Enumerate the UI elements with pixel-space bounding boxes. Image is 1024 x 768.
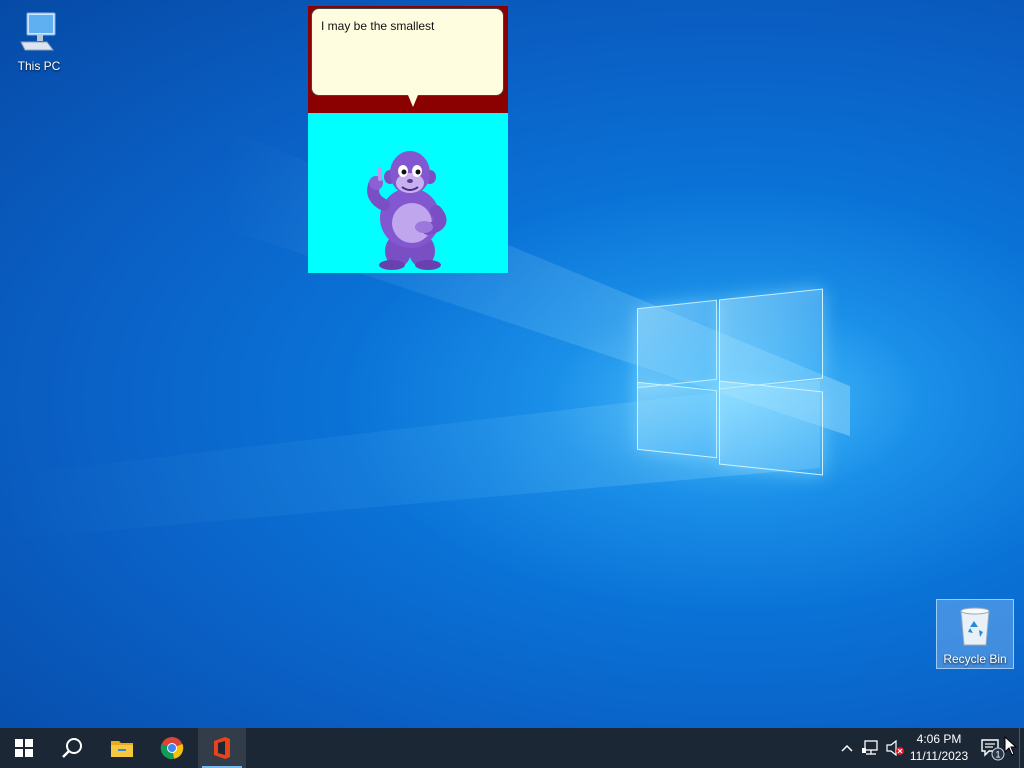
desktop-icon-label: Recycle Bin (943, 652, 1007, 666)
action-center-button[interactable]: 1 (978, 728, 1006, 768)
bonzi-buddy-window[interactable]: I may be the smallest (308, 6, 508, 273)
volume-muted-icon (886, 740, 904, 756)
network-icon (862, 740, 878, 755)
show-desktop-button[interactable] (1019, 728, 1024, 768)
windows-start-icon (15, 739, 33, 757)
show-hidden-icons-button[interactable] (837, 728, 857, 768)
desktop-icon-label: This PC (17, 59, 61, 73)
chrome-button[interactable] (148, 728, 196, 768)
clock-date: 11/11/2023 (909, 749, 969, 763)
taskbar-clock[interactable]: 4:06 PM 11/11/2023 (904, 728, 974, 768)
desktop-icon-recycle-bin[interactable]: Recycle Bin (936, 599, 1014, 669)
speech-bubble-tail (408, 95, 418, 107)
computer-icon (17, 12, 61, 57)
recycle-bin-icon (953, 607, 997, 650)
office-icon (214, 737, 230, 759)
chevron-up-icon (841, 744, 853, 752)
notification-count: 1 (995, 750, 1000, 760)
bonzi-stage (308, 113, 508, 273)
chrome-icon (160, 737, 184, 760)
windows-logo-wallpaper (637, 288, 823, 480)
desktop-icon-this-pc[interactable]: This PC (1, 10, 77, 73)
search-icon (62, 738, 82, 758)
mouse-cursor-icon (1004, 736, 1018, 756)
volume-button[interactable] (884, 728, 906, 768)
search-button[interactable] (48, 728, 96, 768)
speech-bubble: I may be the smallest (311, 8, 504, 96)
start-button[interactable] (0, 728, 48, 768)
network-button[interactable] (860, 728, 882, 768)
purple-gorilla-character[interactable] (308, 113, 508, 273)
file-explorer-button[interactable] (98, 728, 146, 768)
notification-icon: 1 (981, 739, 1005, 761)
speech-text: I may be the smallest (321, 19, 435, 33)
office-button[interactable] (198, 728, 246, 768)
clock-time: 4:06 PM (916, 732, 962, 746)
file-explorer-icon (111, 741, 133, 757)
taskbar: 4:06 PM 11/11/2023 1 (0, 728, 1024, 768)
